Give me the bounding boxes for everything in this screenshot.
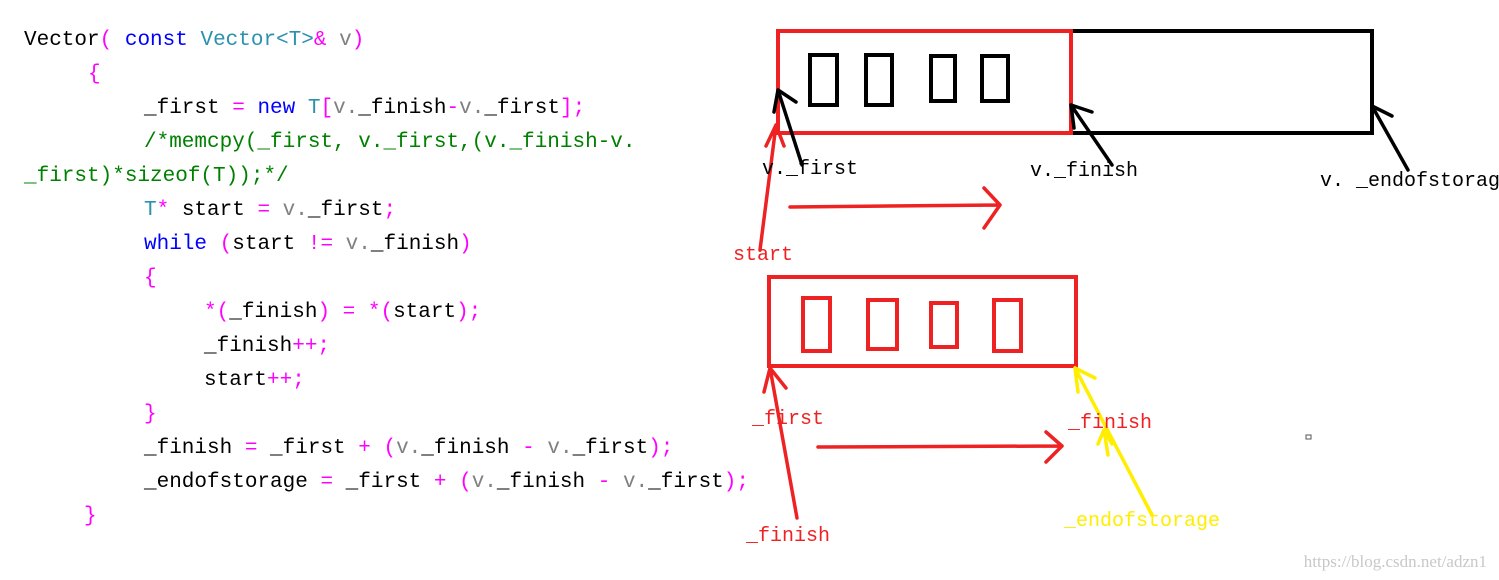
label-v-first: v._first xyxy=(762,158,859,181)
copy-direction-arrow-top xyxy=(788,186,1002,230)
label-first: _first xyxy=(752,408,825,431)
element-cell xyxy=(801,296,832,353)
label-finish-bottom: _finish xyxy=(746,525,831,548)
label-start: start xyxy=(733,244,794,267)
label-endofstorage: _endofstorage xyxy=(1064,510,1221,533)
element-cell xyxy=(929,301,959,349)
arrow-endofstorage xyxy=(1073,366,1154,517)
label-v-finish: v._finish xyxy=(1030,160,1139,183)
stray-mark xyxy=(1305,434,1312,440)
yellow-arrows xyxy=(1073,366,1154,517)
element-cell xyxy=(808,53,839,107)
red-arrows xyxy=(758,123,1064,520)
copy-direction-arrow-bottom xyxy=(816,430,1064,464)
watermark: https://blog.csdn.net/adzn1 xyxy=(1303,552,1487,571)
memory-diagram xyxy=(758,29,1410,520)
element-cell xyxy=(929,54,957,103)
arrow-start xyxy=(758,123,786,252)
arrow-v-endofstorage xyxy=(1370,104,1410,172)
element-cell xyxy=(866,298,899,351)
label-finish-top: _finish xyxy=(1068,412,1153,435)
element-cell xyxy=(992,298,1023,353)
source-used-box xyxy=(776,29,1073,135)
dest-elements xyxy=(801,296,1023,353)
element-cell xyxy=(864,53,894,107)
arrow-first xyxy=(762,366,799,520)
label-v-endofstorage: v. _endofstorage xyxy=(1320,170,1499,193)
element-cell xyxy=(980,54,1010,103)
source-elements xyxy=(808,53,1010,107)
black-arrows xyxy=(772,88,1410,172)
